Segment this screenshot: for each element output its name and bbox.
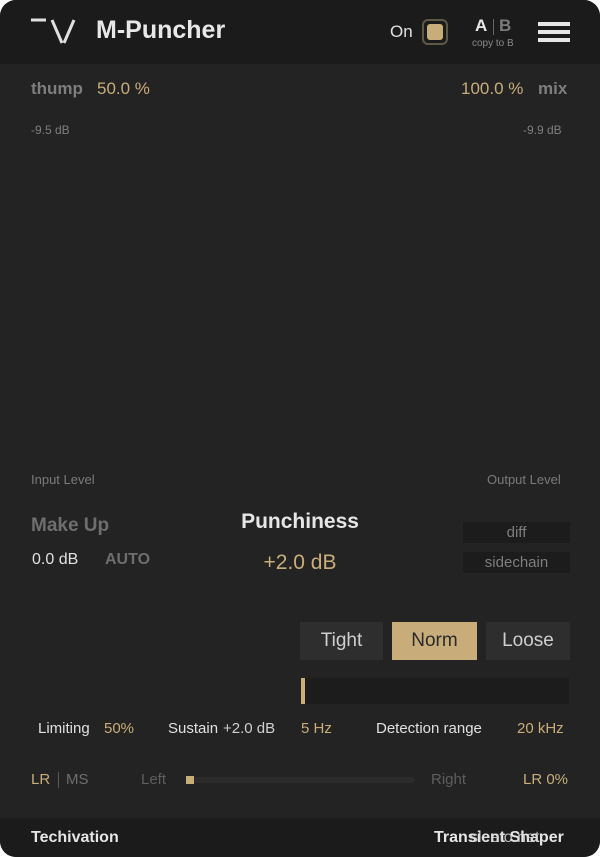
right-label: Right [431, 771, 467, 788]
detection-range-label: Detection range [376, 720, 482, 737]
punchiness-knob[interactable] [0, 0, 600, 857]
balance-slider-thumb[interactable] [186, 776, 194, 784]
detection-high-value: 20 kHz [517, 720, 564, 737]
stereo-value: LR 0% [523, 771, 569, 788]
brand-label: Techivation [31, 829, 119, 846]
detection-range-slider[interactable] [301, 678, 569, 704]
limiting-label: Limiting [38, 720, 90, 737]
limiting-value[interactable]: 50% [104, 720, 134, 737]
loose-label: Loose [502, 630, 554, 651]
detection-low-value: 5 Hz [301, 720, 332, 737]
tight-label: Tight [320, 630, 363, 651]
limiting-knob[interactable] [37, 604, 139, 706]
diff-label: diff [506, 524, 527, 541]
lr-mode-button[interactable]: LR [31, 771, 50, 788]
watermark-text: sleeto.net [470, 829, 540, 846]
ms-mode-button[interactable]: MS [66, 771, 89, 788]
norm-button[interactable]: Norm [392, 622, 477, 660]
sustain-value[interactable]: +2.0 dB [223, 720, 275, 737]
diff-button[interactable]: diff [463, 522, 570, 543]
sidechain-label: sidechain [484, 554, 549, 571]
loose-button[interactable]: Loose [486, 622, 570, 660]
plugin-window: M-Puncher On A B copy to B thump 50.0 % … [0, 0, 600, 857]
tight-button[interactable]: Tight [300, 622, 383, 660]
balance-slider[interactable] [186, 776, 415, 784]
footer-bar: Techivation Transient Shaper sleeto.net [0, 818, 600, 857]
sidechain-button[interactable]: sidechain [463, 552, 570, 573]
sustain-knob[interactable] [172, 605, 270, 703]
detection-high-handle[interactable] [301, 678, 305, 704]
sustain-label: Sustain [168, 720, 219, 737]
lr-ms-divider [58, 772, 59, 788]
norm-label: Norm [411, 630, 458, 651]
left-label: Left [141, 771, 167, 788]
